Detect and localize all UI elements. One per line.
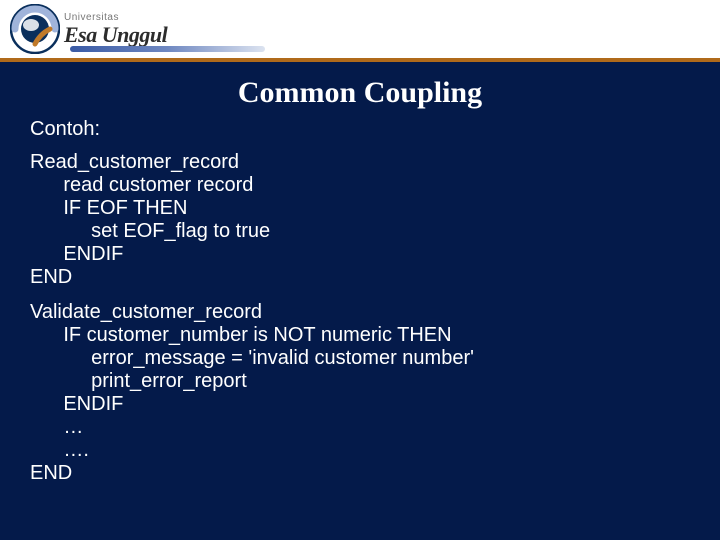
logo-globe-icon: [10, 4, 60, 54]
logo-name: Esa Unggul: [64, 24, 167, 46]
logo-underline: [70, 46, 265, 52]
logo-text: Universitas Esa Unggul: [64, 13, 167, 46]
slide-body: Common Coupling Contoh: Read_customer_re…: [0, 62, 720, 540]
pseudocode-block-1: Read_customer_record read customer recor…: [0, 151, 720, 301]
logo-university-label: Universitas: [64, 13, 167, 23]
slide-header: Universitas Esa Unggul: [0, 0, 720, 62]
slide-title: Common Coupling: [0, 62, 720, 118]
slide-subtitle: Contoh:: [0, 118, 720, 151]
pseudocode-block-2: Validate_customer_record IF customer_num…: [0, 301, 720, 497]
